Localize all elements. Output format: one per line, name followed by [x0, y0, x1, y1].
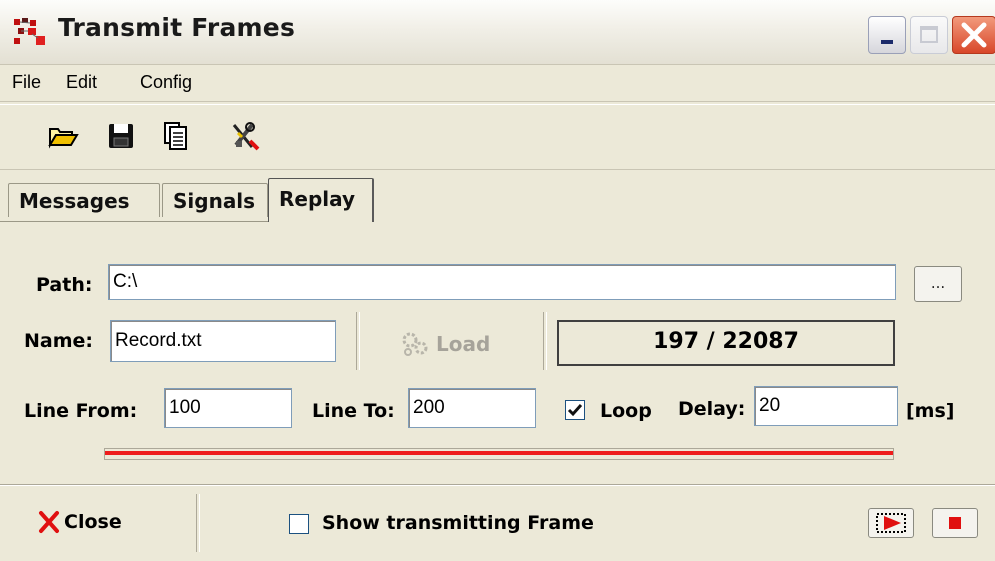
line-to-label: Line To: — [312, 400, 395, 422]
delay-input[interactable] — [754, 386, 898, 426]
tab-signals[interactable]: Signals — [162, 183, 268, 217]
open-folder-icon[interactable] — [46, 119, 80, 153]
close-label: Close — [64, 511, 122, 533]
stop-replay-button[interactable] — [932, 508, 978, 538]
tab-messages[interactable]: Messages — [8, 183, 160, 217]
minimize-button[interactable] — [868, 16, 906, 54]
delay-unit-label: [ms] — [906, 400, 955, 422]
tools-settings-icon[interactable] — [228, 119, 262, 153]
menu-bar: File Edit Config — [0, 65, 995, 102]
show-frame-checkbox[interactable] — [289, 514, 309, 534]
name-input[interactable] — [110, 320, 336, 362]
line-from-label: Line From: — [24, 400, 138, 422]
loop-label: Loop — [600, 400, 652, 422]
load-button[interactable]: Load — [400, 328, 490, 360]
replay-progress-fill — [105, 451, 893, 455]
browse-button[interactable]: ... — [914, 266, 962, 302]
copy-pages-icon[interactable] — [160, 119, 194, 153]
transmit-frames-window: Transmit Frames File Edit Config Message… — [0, 0, 995, 561]
separator — [543, 312, 547, 370]
path-input[interactable] — [108, 264, 896, 300]
line-to-input[interactable] — [408, 388, 536, 428]
separator — [196, 494, 200, 552]
line-counter-display: 197 / 22087 — [557, 320, 895, 366]
tab-baseline — [0, 221, 280, 222]
checkmark-icon — [567, 404, 583, 417]
loop-checkbox[interactable] — [565, 400, 585, 420]
close-button[interactable]: Close — [38, 510, 122, 534]
path-label: Path: — [36, 274, 93, 296]
toolbar — [0, 104, 995, 170]
close-x-icon — [961, 22, 987, 48]
play-replay-button[interactable] — [868, 508, 914, 538]
stop-icon — [949, 517, 961, 529]
menu-config[interactable]: Config — [140, 72, 192, 93]
replay-progress-bar — [104, 448, 894, 460]
load-gears-icon — [402, 332, 428, 356]
menu-file[interactable]: File — [12, 72, 41, 93]
play-icon — [876, 513, 906, 533]
tab-replay[interactable]: Replay — [268, 178, 374, 222]
window-title: Transmit Frames — [58, 13, 296, 42]
save-floppy-icon[interactable] — [104, 119, 138, 153]
delay-label: Delay: — [678, 398, 746, 420]
close-x-icon — [39, 511, 59, 533]
menu-edit[interactable]: Edit — [66, 72, 97, 93]
network-frames-icon — [14, 18, 45, 45]
line-from-input[interactable] — [164, 388, 292, 428]
separator — [356, 312, 360, 370]
tab-strip: Messages Signals Replay — [0, 178, 995, 222]
close-window-button[interactable] — [952, 16, 995, 54]
maximize-button — [910, 16, 948, 54]
title-bar[interactable]: Transmit Frames — [0, 0, 995, 65]
load-label: Load — [436, 332, 491, 356]
name-label: Name: — [24, 330, 94, 352]
show-frame-label: Show transmitting Frame — [322, 512, 594, 534]
